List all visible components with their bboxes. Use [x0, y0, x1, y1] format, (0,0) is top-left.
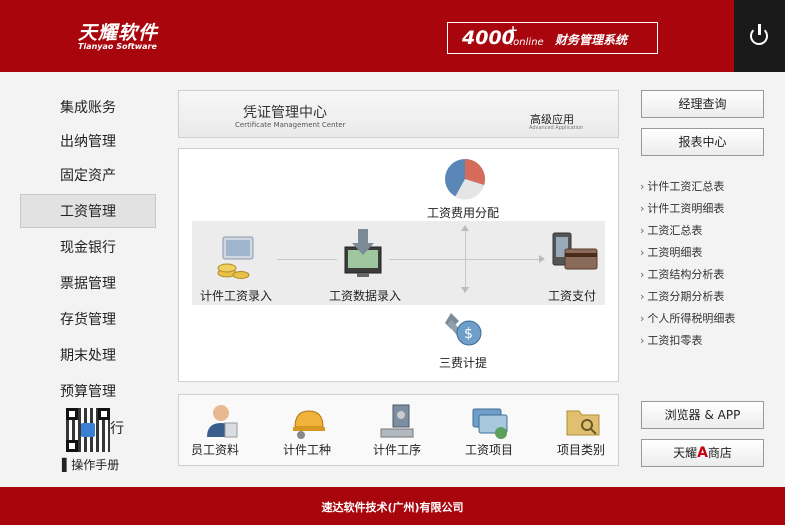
chevron-right-icon: ›: [640, 180, 645, 193]
store-a-logo: A: [697, 445, 708, 461]
sidebar-item-budget[interactable]: 预算管理: [20, 375, 156, 409]
report-link-label: 个人所得税明细表: [647, 312, 736, 325]
sidebar-item-cash-bank[interactable]: 现金银行: [20, 231, 156, 265]
sidebar-item-cashier[interactable]: 出纳管理: [20, 125, 156, 159]
advanced-subtitle: Advanced Application: [529, 125, 584, 131]
tool-salary-item-label: 工资项目: [465, 443, 514, 457]
coins-icon: [217, 236, 254, 279]
product-name: 财务管理系统: [555, 33, 628, 47]
report-link[interactable]: › 个人所得税明细表: [640, 310, 735, 326]
footer-bar: 速达软件技术(广州)有限公司: [0, 487, 785, 525]
store-button[interactable]: 天耀A商店: [641, 439, 764, 467]
payroll-flow-panel: 计件工资录入 工资数据录入 工资费用分配 工资支付 $ 三费计提: [178, 148, 619, 382]
sidebar-item-integrated-accounting[interactable]: 集成账务: [20, 91, 156, 125]
banner-subtitle: Certificate Management Center: [235, 121, 346, 129]
footer-company: 速达软件技术(广州)有限公司: [321, 501, 464, 514]
chevron-right-icon: ›: [640, 290, 645, 303]
power-button[interactable]: [734, 0, 785, 72]
report-link-label: 工资明细表: [647, 246, 703, 259]
flow-data-entry-label: 工资数据录入: [329, 289, 402, 303]
product-number: 4000: [462, 27, 515, 49]
flow-connector: [277, 259, 337, 260]
tool-piece-work-type-label: 计件工种: [283, 443, 332, 457]
flow-piece-entry-label: 计件工资录入: [200, 289, 273, 303]
chevron-right-icon: ›: [640, 224, 645, 237]
worker-helmet-icon: [293, 410, 325, 439]
tool-piece-process-label: 计件工序: [373, 443, 422, 457]
flow-cost-allocation-label: 工资费用分配: [427, 206, 500, 220]
manual-label: 操作手册: [71, 458, 120, 472]
logo-text: 天耀软件: [78, 22, 159, 44]
tool-item-category-label: 项目类别: [557, 443, 606, 457]
report-center-button[interactable]: 报表中心: [641, 128, 764, 156]
report-link-label: 计件工资明细表: [647, 202, 725, 215]
store-prefix: 天耀: [673, 446, 698, 460]
logo-subtext: Tianyao Software: [78, 42, 157, 51]
report-link-label: 工资结构分析表: [647, 268, 725, 281]
qr-corner: [66, 408, 78, 420]
flow-connector: [389, 259, 539, 260]
flow-payment-label: 工资支付: [548, 289, 597, 303]
certificate-banner[interactable]: 凭证管理中心 Certificate Management Center 高级应…: [178, 90, 619, 138]
chevron-right-icon: ›: [640, 312, 645, 325]
arrow-right-icon: [539, 255, 545, 263]
chevron-right-icon: ›: [640, 334, 645, 347]
report-link[interactable]: › 计件工资汇总表: [640, 178, 724, 194]
tool-employee-info-label: 员工资料: [191, 443, 240, 457]
sidebar-item-fixed-assets[interactable]: 固定资产: [20, 159, 156, 193]
product-badge: 4000 + .online 财务管理系统: [447, 22, 658, 54]
employee-icon: [207, 405, 238, 438]
browser-app-button[interactable]: 浏览器 & APP: [641, 401, 764, 429]
report-link-label: 计件工资汇总表: [647, 180, 725, 193]
sidebar-item-period-end[interactable]: 期末处理: [20, 339, 156, 373]
report-link-label: 工资分期分析表: [647, 290, 725, 303]
manager-query-button[interactable]: 经理查询: [641, 90, 764, 118]
report-link[interactable]: › 工资明细表: [640, 244, 702, 260]
qr-corner: [66, 440, 78, 452]
report-link[interactable]: › 工资扣零表: [640, 332, 702, 348]
report-link[interactable]: › 工资汇总表: [640, 222, 702, 238]
payroll-tools-panel: 员工资料 计件工种 计件工序 工资项目 项目类别: [178, 394, 619, 466]
flow-connector: [465, 227, 466, 291]
banner-title: 凭证管理中心: [243, 105, 327, 121]
wrench-dollar-icon: $: [445, 313, 482, 346]
report-link-label: 工资扣零表: [647, 334, 703, 347]
sidebar-item-inventory[interactable]: 存货管理: [20, 303, 156, 337]
chevron-right-icon: ›: [640, 268, 645, 281]
arrow-up-icon: [461, 225, 469, 231]
process-icon: [380, 404, 414, 438]
qr-badge: [81, 423, 95, 437]
pie-chart-icon: [445, 159, 485, 200]
sidebar-item-payroll[interactable]: 工资管理: [20, 194, 156, 228]
product-plus: +: [508, 23, 519, 37]
chevron-right-icon: ›: [640, 202, 645, 215]
report-link-label: 工资汇总表: [647, 224, 703, 237]
download-monitor-icon: [344, 229, 382, 277]
flow-three-fees-label: 三费计提: [439, 356, 488, 370]
manual-link[interactable]: ▌操作手册: [62, 456, 119, 473]
chevron-right-icon: ›: [640, 246, 645, 259]
report-link[interactable]: › 计件工资明细表: [640, 200, 724, 216]
folder-icon: [566, 410, 600, 436]
svg-text:$: $: [464, 326, 473, 342]
qr-corner: [98, 408, 110, 420]
salary-item-icon: [472, 408, 508, 439]
power-icon-line: [758, 24, 761, 35]
store-suffix: 商店: [707, 446, 732, 460]
qr-side-text: 行: [110, 421, 124, 437]
product-online: .online: [510, 37, 544, 48]
report-link[interactable]: › 工资分期分析表: [640, 288, 724, 304]
arrow-down-icon: [461, 287, 469, 293]
header-bar: 天耀软件 Tianyao Software 4000 + .online 财务管…: [0, 0, 785, 72]
payment-card-icon: [552, 232, 598, 270]
sidebar-item-bills[interactable]: 票据管理: [20, 267, 156, 301]
report-link[interactable]: › 工资结构分析表: [640, 266, 724, 282]
